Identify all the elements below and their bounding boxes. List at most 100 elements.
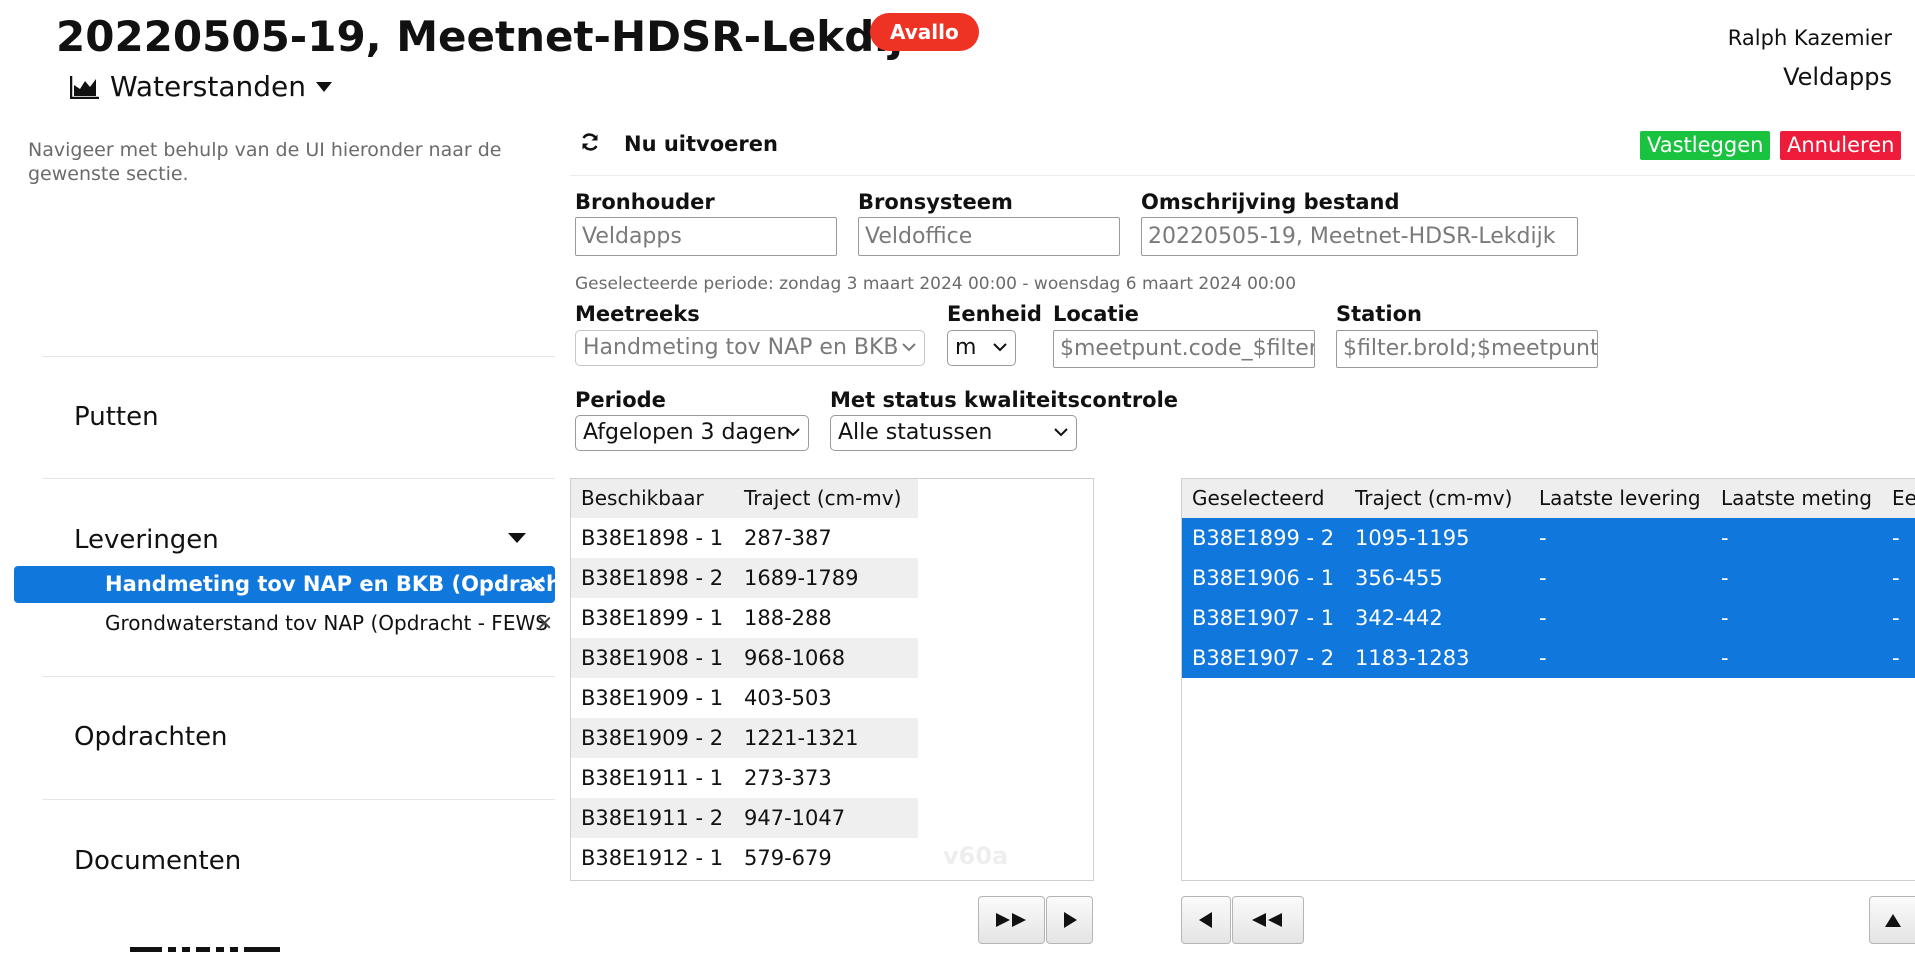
eenheid-value: m xyxy=(955,335,977,360)
status-select[interactable]: Alle statussen xyxy=(830,415,1077,451)
meetreeks-label: Meetreeks xyxy=(575,302,700,326)
bronhouder-field[interactable]: Veldapps xyxy=(575,217,837,256)
column-header[interactable]: Laatste meting xyxy=(1711,479,1882,518)
sidebar-item-label: Handmeting tov NAP en BKB (Opdracht xyxy=(105,572,555,596)
sidebar-item-label: Grondwaterstand tov NAP (Opdracht - FEWS xyxy=(105,611,548,635)
table-row[interactable]: B38E1907 - 1 342-442 - - - xyxy=(1182,598,1915,638)
page-title: 20220505-19, Meetnet-HDSR-Lekdijk xyxy=(56,12,931,61)
refresh-icon xyxy=(580,132,600,156)
eenheid-label: Eenheid xyxy=(947,302,1042,326)
double-arrow-left-icon xyxy=(1252,913,1282,927)
row-traject: 1221-1321 xyxy=(744,726,859,750)
table-row[interactable]: B38E1909 - 1 403-503 xyxy=(571,678,918,718)
move-all-left-button[interactable] xyxy=(1232,896,1304,944)
status-value: Alle statussen xyxy=(838,420,993,445)
close-icon[interactable]: ✕ xyxy=(529,566,547,603)
omschrijving-label: Omschrijving bestand xyxy=(1141,190,1400,214)
table-header: Beschikbaar Traject (cm-mv) xyxy=(571,479,918,518)
row-traject: 287-387 xyxy=(744,526,832,550)
table-row[interactable]: B38E1912 - 1 579-679 xyxy=(571,838,918,878)
sidebar-section-documenten[interactable]: Documenten xyxy=(74,846,241,876)
bronsysteem-field[interactable]: Veldoffice xyxy=(858,217,1120,256)
table-header: Geselecteerd Traject (cm-mv) Laatste lev… xyxy=(1182,479,1915,518)
row-last-measurement: - xyxy=(1721,526,1729,550)
station-label: Station xyxy=(1336,302,1422,326)
table-row[interactable]: B38E1911 - 2 947-1047 xyxy=(571,798,918,838)
row-traject: 356-455 xyxy=(1355,566,1443,590)
sidebar-item-handmeting[interactable]: Handmeting tov NAP en BKB (Opdracht ✕ xyxy=(14,566,555,603)
periode-value: Afgelopen 3 dagen xyxy=(583,420,791,445)
row-traject: 947-1047 xyxy=(744,806,846,830)
sidebar-section-opdrachten[interactable]: Opdrachten xyxy=(74,722,228,752)
row-code: B38E1907 - 1 xyxy=(1192,606,1335,630)
table-row[interactable]: B38E1911 - 1 273-373 xyxy=(571,758,918,798)
row-traject: 1095-1195 xyxy=(1355,526,1470,550)
divider xyxy=(42,356,555,357)
bronhouder-label: Bronhouder xyxy=(575,190,715,214)
table-row[interactable]: B38E1898 - 1 287-387 xyxy=(571,518,918,558)
row-code: B38E1898 - 2 xyxy=(581,566,724,590)
meetreeks-value: Handmeting tov NAP en BKB xyxy=(583,335,899,360)
table-row[interactable]: B38E1906 - 1 356-455 - - - xyxy=(1182,558,1915,598)
selected-period-text: Geselecteerde periode: zondag 3 maart 20… xyxy=(575,274,1297,294)
row-last-delivery: - xyxy=(1539,646,1547,670)
omschrijving-field[interactable]: 20220505-19, Meetnet-HDSR-Lekdijk xyxy=(1141,217,1578,256)
run-now-button[interactable]: Nu uitvoeren xyxy=(580,132,778,156)
column-header[interactable]: Geselecteerd xyxy=(1182,479,1345,518)
periode-select[interactable]: Afgelopen 3 dagen xyxy=(575,415,809,451)
column-header[interactable]: Traject (cm-mv) xyxy=(734,479,918,518)
row-traject: 968-1068 xyxy=(744,646,846,670)
divider xyxy=(570,175,1915,176)
cancel-button[interactable]: Annuleren xyxy=(1780,131,1902,160)
table-row[interactable]: B38E1898 - 2 1689-1789 xyxy=(571,558,918,598)
bronsysteem-label: Bronsysteem xyxy=(858,190,1013,214)
move-right-button[interactable] xyxy=(1046,896,1093,944)
sidebar-section-leveringen[interactable]: Leveringen xyxy=(74,525,219,555)
divider xyxy=(42,676,555,677)
commit-button[interactable]: Vastleggen xyxy=(1640,131,1771,160)
eenheid-select[interactable]: m xyxy=(947,330,1016,366)
row-traject: 403-503 xyxy=(744,686,832,710)
organization-name: Veldapps xyxy=(1783,63,1892,91)
row-extra: - xyxy=(1892,566,1900,590)
table-row[interactable]: B38E1899 - 2 1095-1195 - - - xyxy=(1182,518,1915,558)
row-extra: - xyxy=(1892,646,1900,670)
move-all-right-button[interactable] xyxy=(978,896,1045,944)
row-code: B38E1899 - 1 xyxy=(581,606,724,630)
meetreeks-select[interactable]: Handmeting tov NAP en BKB xyxy=(575,330,925,366)
double-arrow-right-icon xyxy=(995,913,1026,927)
arrow-up-icon xyxy=(1884,914,1901,927)
table-row[interactable]: B38E1907 - 2 1183-1283 - - - xyxy=(1182,638,1915,678)
available-list[interactable]: Beschikbaar Traject (cm-mv) B38E1898 - 1… xyxy=(570,478,1094,881)
station-field[interactable]: $filter.broId;$meetpunt.b xyxy=(1336,330,1598,368)
section-dropdown[interactable]: Waterstanden xyxy=(70,70,332,103)
column-header[interactable]: Ee xyxy=(1882,479,1915,518)
locatie-field[interactable]: $meetpunt.code_$filter.r xyxy=(1053,330,1315,368)
column-header[interactable]: Laatste levering xyxy=(1529,479,1711,518)
row-last-delivery: - xyxy=(1539,526,1547,550)
move-up-button[interactable] xyxy=(1869,896,1915,944)
row-last-measurement: - xyxy=(1721,606,1729,630)
row-traject: 188-288 xyxy=(744,606,832,630)
row-code: B38E1912 - 1 xyxy=(581,846,724,870)
table-row[interactable]: B38E1909 - 2 1221-1321 xyxy=(571,718,918,758)
user-name[interactable]: Ralph Kazemier xyxy=(1728,26,1892,50)
row-code: B38E1907 - 2 xyxy=(1192,646,1335,670)
divider xyxy=(42,478,555,479)
row-code: B38E1911 - 1 xyxy=(581,766,724,790)
column-header[interactable]: Beschikbaar xyxy=(571,479,734,518)
locatie-label: Locatie xyxy=(1053,302,1139,326)
row-last-measurement: - xyxy=(1721,646,1729,670)
selected-list[interactable]: Geselecteerd Traject (cm-mv) Laatste lev… xyxy=(1181,478,1915,881)
close-icon[interactable]: ✕ xyxy=(536,608,553,638)
sidebar-item-grondwaterstand[interactable]: Grondwaterstand tov NAP (Opdracht - FEWS… xyxy=(105,608,555,638)
column-header[interactable]: Traject (cm-mv) xyxy=(1345,479,1529,518)
sidebar-section-putten[interactable]: Putten xyxy=(74,402,159,432)
sidebar-hint: Navigeer met behulp van de UI hieronder … xyxy=(28,139,502,185)
row-extra: - xyxy=(1892,606,1900,630)
row-code: B38E1908 - 1 xyxy=(581,646,724,670)
table-row[interactable]: B38E1908 - 1 968-1068 xyxy=(571,638,918,678)
move-left-button[interactable] xyxy=(1181,896,1231,944)
caret-down-icon[interactable] xyxy=(508,533,526,543)
table-row[interactable]: B38E1899 - 1 188-288 xyxy=(571,598,918,638)
